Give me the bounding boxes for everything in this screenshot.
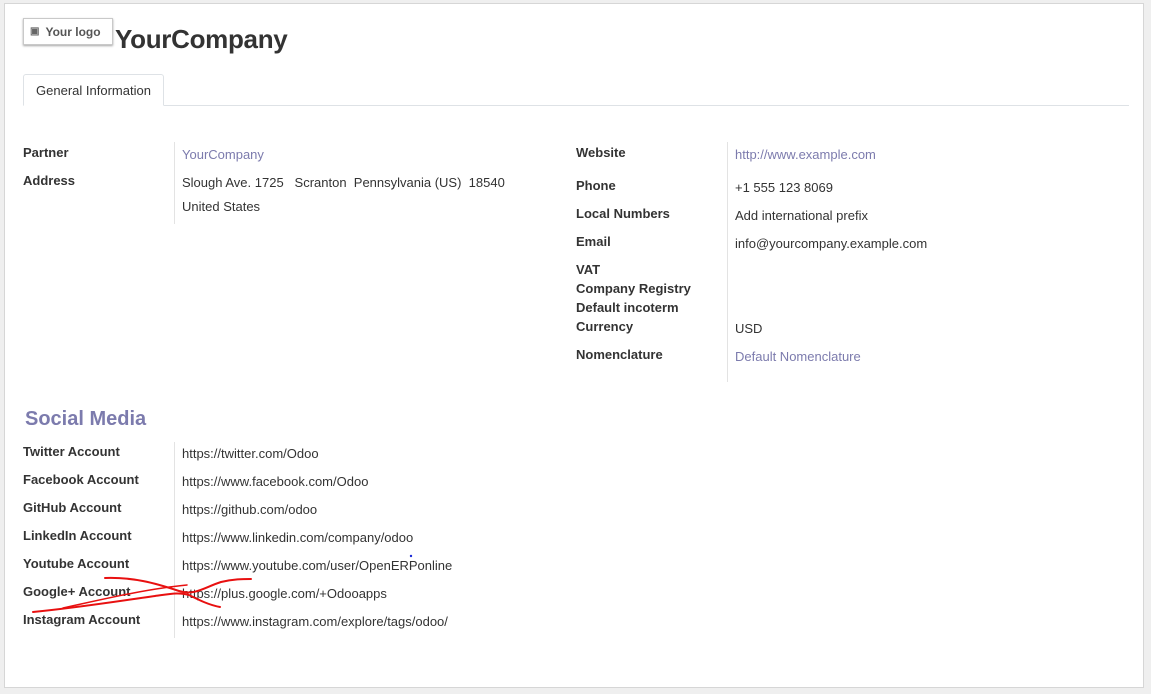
red-strikeout-annotation	[32, 554, 413, 613]
camera-icon: ▣	[30, 26, 40, 37]
company-logo[interactable]: ▣ Your logo	[23, 18, 113, 45]
twitter-account-value[interactable]: https://twitter.com/Odoo	[182, 446, 319, 461]
youtube-account-label: Youtube Account	[23, 556, 130, 571]
form-sheet: ▣ Your logo YourCompany General Informat…	[4, 3, 1144, 688]
instagram-account-value[interactable]: https://www.instagram.com/explore/tags/o…	[182, 614, 448, 629]
right-group-divider	[727, 142, 728, 382]
default-incoterm-label: Default incoterm	[576, 300, 679, 315]
currency-value: USD	[735, 321, 763, 336]
website-link[interactable]: http://www.example.com	[735, 147, 876, 162]
nomenclature-label: Nomenclature	[576, 347, 663, 362]
logo-text: Your logo	[45, 24, 101, 39]
vat-label: VAT	[576, 262, 601, 277]
linkedin-account-label: LinkedIn Account	[23, 528, 132, 543]
linkedin-account-value[interactable]: https://www.linkedin.com/company/odoo	[182, 530, 413, 545]
youtube-account-value[interactable]: https://www.youtube.com/user/OpenERPonli…	[182, 558, 452, 573]
github-account-label: GitHub Account	[23, 500, 122, 515]
github-account-value[interactable]: https://github.com/odoo	[182, 502, 317, 517]
instagram-account-label: Instagram Account	[23, 612, 141, 627]
phone-label: Phone	[576, 178, 616, 193]
email-label: Email	[576, 234, 611, 249]
tab-general-information[interactable]: General Information	[23, 74, 164, 106]
social-media-heading: Social Media	[25, 408, 147, 430]
partner-link[interactable]: YourCompany	[182, 147, 264, 162]
nomenclature-link[interactable]: Default Nomenclature	[735, 349, 861, 364]
facebook-account-value[interactable]: https://www.facebook.com/Odoo	[182, 474, 368, 489]
local-numbers-value: Add international prefix	[735, 208, 868, 223]
left-group-divider	[174, 142, 175, 224]
address-label: Address	[23, 173, 76, 188]
local-numbers-label: Local Numbers	[576, 206, 670, 221]
googleplus-account-label: Google+ Account	[23, 584, 131, 599]
website-label: Website	[576, 145, 626, 160]
email-value[interactable]: info@yourcompany.example.com	[735, 236, 927, 251]
googleplus-account-value[interactable]: https://plus.google.com/+Odooapps	[182, 586, 387, 601]
address-line1: Slough Ave. 1725 Scranton Pennsylvania (…	[182, 175, 505, 190]
company-registry-label: Company Registry	[576, 281, 691, 296]
twitter-account-label: Twitter Account	[23, 444, 120, 459]
facebook-account-label: Facebook Account	[23, 472, 139, 487]
tab-bar-divider	[23, 105, 1129, 106]
company-name-title: YourCompany	[115, 24, 288, 54]
currency-label: Currency	[576, 319, 634, 334]
social-group-divider	[174, 442, 175, 638]
address-line2: United States	[182, 199, 261, 214]
phone-value[interactable]: +1 555 123 8069	[735, 180, 833, 195]
partner-label: Partner	[23, 145, 69, 160]
